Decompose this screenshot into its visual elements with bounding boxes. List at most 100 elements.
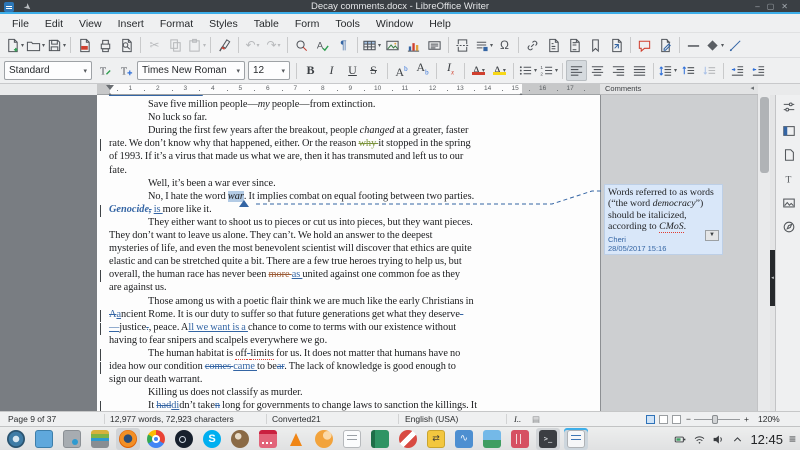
unordered-list-button[interactable]: ▾ (517, 60, 538, 81)
book-view-button[interactable] (672, 415, 681, 424)
dropdown-arrow-icon[interactable]: ▾ (721, 42, 724, 49)
comment-menu-button[interactable]: ▼ (705, 230, 719, 241)
sidebar-settings-icon[interactable] (776, 95, 800, 119)
page-deck-icon[interactable] (776, 143, 800, 167)
font-color-button[interactable]: A ▾ (468, 60, 489, 81)
decrease-indent-button[interactable] (748, 60, 769, 81)
dropdown-arrow-icon[interactable]: ▾ (534, 67, 537, 74)
paragraph-style-select[interactable]: Standard ▾ (4, 61, 92, 80)
insert-image-button[interactable] (382, 35, 403, 56)
text-line[interactable]: Save five million people—my people—from … (109, 99, 600, 112)
dropdown-arrow-icon[interactable]: ▾ (674, 67, 677, 74)
align-left-button[interactable] (566, 60, 587, 81)
page-style-status[interactable]: Converted21 (272, 412, 321, 426)
language-status[interactable]: English (USA) (405, 412, 458, 426)
insert-hyperlink-button[interactable] (522, 35, 543, 56)
text-line[interactable]: are against us. (109, 282, 600, 295)
subscript-button[interactable]: Ab (412, 60, 433, 81)
insert-field-button[interactable]: ▾ (473, 35, 494, 56)
align-center-button[interactable] (587, 60, 608, 81)
wifi-icon[interactable] (693, 433, 706, 446)
insert-line-button[interactable] (725, 35, 746, 56)
zoom-in-button[interactable]: + (744, 412, 749, 426)
insert-footnote-button[interactable] (543, 35, 564, 56)
taskbar-text-editor-icon[interactable] (340, 428, 364, 450)
text-line[interactable]: idea how our condition comes came to bea… (100, 361, 600, 374)
formatting-marks-button[interactable]: ¶ (333, 35, 354, 56)
menu-edit[interactable]: Edit (37, 16, 71, 33)
collapse-comments-icon[interactable]: ◂ (750, 84, 754, 94)
dropdown-arrow-icon[interactable]: ▾ (278, 42, 281, 49)
taskbar-libreoffice-writer-icon[interactable] (564, 428, 588, 450)
highlight-color-button[interactable]: A ▾ (489, 60, 510, 81)
dropdown-arrow-icon[interactable]: ▾ (490, 42, 493, 49)
insert-cross-reference-button[interactable] (606, 35, 627, 56)
text-line[interactable]: No luck so far. (109, 112, 600, 125)
taskbar-firefox-icon[interactable] (116, 428, 140, 450)
ordered-list-button[interactable]: 1 2 ▾ (538, 60, 559, 81)
find-and-replace-button[interactable] (291, 35, 312, 56)
text-line[interactable]: —justice., peace. All we want is a chanc… (100, 322, 600, 335)
italic-button[interactable]: I (321, 60, 342, 81)
gallery-deck-icon[interactable] (776, 191, 800, 215)
text-line[interactable]: The human habitat is off-limits for us. … (100, 347, 600, 361)
menu-styles[interactable]: Styles (201, 16, 246, 33)
page-number-status[interactable]: Page 9 of 37 (8, 412, 56, 426)
text-line[interactable]: No, I hate the word war. It implies comb… (109, 190, 600, 204)
new-document-button[interactable]: ▾ (4, 35, 25, 56)
taskbar-virtual-desktop-pager-icon[interactable] (32, 428, 56, 450)
combo-arrow-icon[interactable]: ▾ (83, 67, 87, 75)
text-line[interactable]: overall, the human race has never been m… (100, 269, 600, 283)
comments-ruler-header[interactable]: Comments ◂ (600, 84, 758, 95)
insert-endnote-button[interactable] (564, 35, 585, 56)
underline-button[interactable]: U (342, 60, 363, 81)
text-line[interactable]: Genocide, is more like it. (100, 204, 600, 217)
zoom-out-button[interactable]: − (686, 412, 691, 426)
text-line[interactable]: It haddidn’t taken long for governments … (100, 400, 600, 411)
scrollbar-thumb[interactable] (760, 97, 769, 173)
taskbar-gimp-icon[interactable] (228, 428, 252, 450)
multi-page-view-button[interactable] (659, 415, 668, 424)
taskbar-dictionary-icon[interactable] (368, 428, 392, 450)
clock[interactable]: 12:45 (750, 432, 783, 447)
text-line[interactable]: rate. We don’t know why that happened, e… (100, 138, 600, 152)
taskbar-unmount-device-icon[interactable] (396, 428, 420, 450)
taskbar-orange-crescent-app-icon[interactable] (312, 428, 336, 450)
menu-format[interactable]: Format (152, 16, 201, 33)
text-line[interactable]: Well, it’s been a war ever since. (109, 178, 600, 191)
dropdown-arrow-icon[interactable]: ▾ (21, 42, 24, 49)
text-line[interactable]: elastic and can be stretched quite a bit… (109, 256, 600, 269)
taskbar-show-desktop-icon[interactable] (60, 428, 84, 450)
window-controls[interactable]: –▢✕ (755, 0, 795, 14)
dropdown-arrow-icon[interactable]: ▾ (63, 42, 66, 49)
dropdown-arrow-icon[interactable]: ▾ (555, 67, 558, 74)
font-size-select[interactable]: 12 ▾ (248, 61, 290, 80)
increase-indent-button[interactable] (727, 60, 748, 81)
zoom-level[interactable]: 120% (758, 412, 780, 426)
taskbar-vlc-icon[interactable] (284, 428, 308, 450)
dropdown-arrow-icon[interactable]: ▾ (42, 42, 45, 49)
vertical-scrollbar[interactable] (757, 95, 770, 411)
text-line[interactable]: of 1993. If it’s a virus that made us wh… (109, 151, 600, 164)
zoom-slider-thumb[interactable] (712, 415, 718, 424)
show-track-changes-button[interactable] (655, 35, 676, 56)
taskbar-google-chrome-icon[interactable] (144, 428, 168, 450)
document-page[interactable]: solution. Find the cure. Save five millio… (97, 95, 600, 411)
menu-help[interactable]: Help (421, 16, 459, 33)
volume-icon[interactable] (712, 433, 725, 446)
text-line[interactable]: mysteries of life, and even the most ben… (109, 243, 600, 256)
taskbar-remote-desktop-icon[interactable] (424, 428, 448, 450)
text-line[interactable]: They either want to shoot us to pieces o… (109, 217, 600, 230)
battery-icon[interactable] (674, 433, 687, 446)
text-line[interactable]: Killing us does not classify as murder. (109, 387, 600, 400)
clone-formatting-button[interactable] (214, 35, 235, 56)
bold-button[interactable]: B (300, 60, 321, 81)
clear-formatting-button[interactable]: Ix (440, 60, 461, 81)
taskbar-archive-manager-icon[interactable] (88, 428, 112, 450)
insert-table-button[interactable]: ▾ (361, 35, 382, 56)
comment-box[interactable]: Words referred to as words (“the word de… (604, 184, 723, 255)
single-page-view-button[interactable] (646, 415, 655, 424)
save-button[interactable]: ▾ (46, 35, 67, 56)
menu-file[interactable]: File (4, 16, 37, 33)
word-count-status[interactable]: 12,977 words, 72,923 characters (110, 412, 234, 426)
